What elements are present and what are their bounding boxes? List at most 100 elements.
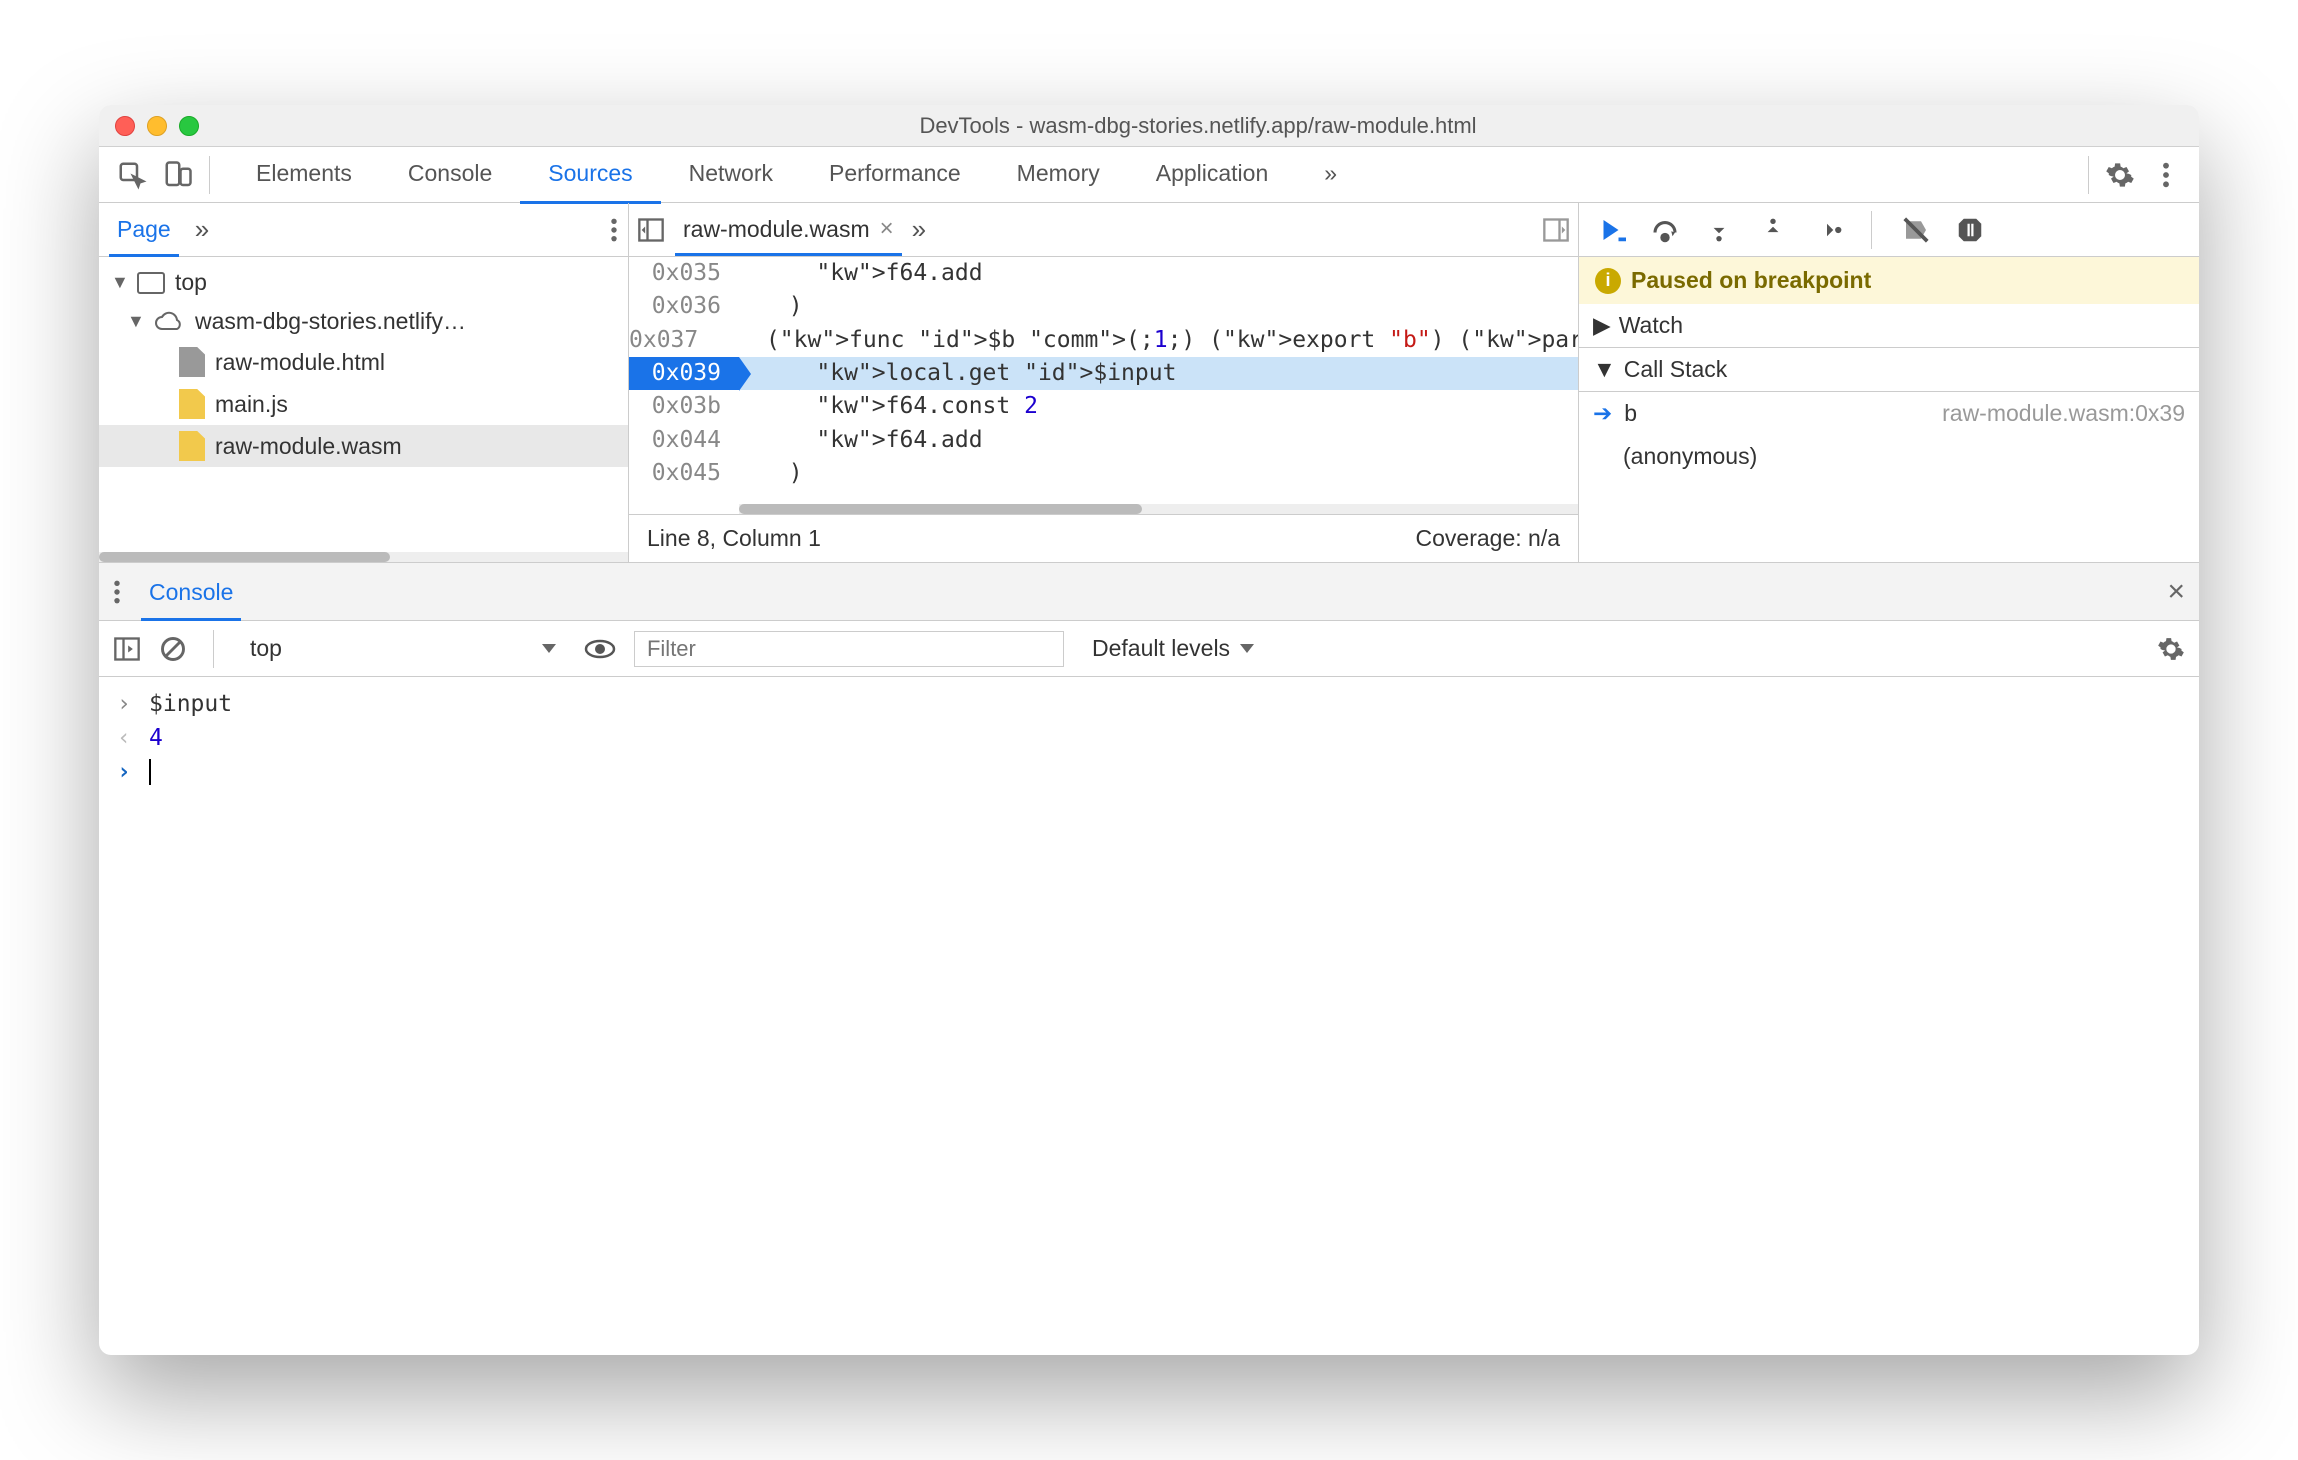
code-text: "kw">f64.add: [739, 257, 1578, 290]
tree-label: top: [175, 269, 207, 296]
console-prompt[interactable]: ›: [99, 755, 2199, 789]
tree-label: raw-module.html: [215, 349, 385, 376]
inspect-element-icon[interactable]: [109, 152, 155, 198]
code-line[interactable]: 0x037 ("kw">func "id">$b "comm">(;1;) ("…: [629, 324, 1578, 357]
editor-tab-label: raw-module.wasm: [683, 216, 870, 243]
navigator-header: Page »: [99, 203, 628, 257]
tree-label: raw-module.wasm: [215, 433, 402, 460]
step-over-icon[interactable]: [1647, 212, 1683, 248]
code-line[interactable]: 0x03b "kw">f64.const 2: [629, 390, 1578, 423]
pause-on-exceptions-icon[interactable]: [1952, 212, 1988, 248]
tab-application[interactable]: Application: [1128, 146, 1297, 204]
tab-sources[interactable]: Sources: [520, 146, 660, 204]
levels-label: Default levels: [1092, 635, 1230, 662]
toggle-navigator-icon[interactable]: [637, 216, 665, 244]
gutter-address[interactable]: 0x035: [629, 257, 739, 290]
frame-location: raw-module.wasm:0x39: [1942, 400, 2185, 427]
close-tab-icon[interactable]: ×: [880, 215, 894, 243]
window-title: DevTools - wasm-dbg-stories.netlify.app/…: [213, 113, 2183, 139]
tree-file-wasm[interactable]: raw-module.wasm: [99, 425, 628, 467]
coverage-status: Coverage: n/a: [1416, 525, 1560, 552]
filter-input[interactable]: [634, 631, 1064, 667]
step-into-icon[interactable]: [1701, 212, 1737, 248]
code-line[interactable]: 0x035 "kw">f64.add: [629, 257, 1578, 290]
navigator-overflow-icon[interactable]: »: [195, 214, 209, 245]
maximize-window-icon[interactable]: [179, 116, 199, 136]
code-area[interactable]: 0x035 "kw">f64.add0x036 )0x037 ("kw">fun…: [629, 257, 1578, 504]
drawer-more-icon[interactable]: [113, 579, 121, 605]
code-line[interactable]: 0x039 "kw">local.get "id">$input: [629, 357, 1578, 390]
editor-scrollbar[interactable]: [739, 504, 1578, 514]
cursor-icon: [149, 759, 151, 785]
resume-icon[interactable]: [1593, 212, 1629, 248]
callstack-section[interactable]: ▼ Call Stack: [1579, 348, 2199, 392]
drawer-tab-console[interactable]: Console: [141, 563, 241, 621]
main-tabs: Elements Console Sources Network Perform…: [228, 146, 1365, 204]
tab-elements[interactable]: Elements: [228, 146, 380, 204]
expand-icon: ▼: [127, 311, 143, 332]
debugger-pane: i Paused on breakpoint ▶ Watch ▼ Call St…: [1579, 203, 2199, 562]
live-expression-icon[interactable]: [584, 638, 616, 660]
stack-frame[interactable]: (anonymous): [1579, 435, 2199, 478]
log-levels-selector[interactable]: Default levels: [1082, 631, 1264, 666]
separator: [2088, 156, 2089, 194]
editor-tab-active[interactable]: raw-module.wasm ×: [675, 203, 902, 256]
frame-icon: [137, 272, 165, 294]
code-line[interactable]: 0x036 ): [629, 290, 1578, 323]
more-menu-icon[interactable]: [2143, 152, 2189, 198]
separator: [1871, 211, 1872, 249]
console-output-value: 4: [149, 725, 163, 751]
close-window-icon[interactable]: [115, 116, 135, 136]
tab-performance[interactable]: Performance: [801, 146, 989, 204]
deactivate-breakpoints-icon[interactable]: [1898, 212, 1934, 248]
output-arrow-icon: ‹: [117, 725, 135, 751]
tabs-overflow-icon[interactable]: »: [1296, 146, 1365, 204]
tab-console[interactable]: Console: [380, 146, 520, 204]
watch-section[interactable]: ▶ Watch: [1579, 304, 2199, 348]
tree-label: main.js: [215, 391, 288, 418]
file-icon: [179, 389, 205, 419]
tree-file-html[interactable]: raw-module.html: [99, 341, 628, 383]
clear-console-icon[interactable]: [159, 635, 187, 663]
settings-icon[interactable]: [2097, 152, 2143, 198]
editor-pane: raw-module.wasm × » 0x035 "kw">f64.add0x…: [629, 203, 1579, 562]
device-toolbar-icon[interactable]: [155, 152, 201, 198]
console-output-line: ‹ 4: [99, 721, 2199, 755]
paused-message: Paused on breakpoint: [1631, 267, 1871, 294]
navigator-more-icon[interactable]: [610, 217, 618, 243]
tree-top[interactable]: ▼ top: [99, 263, 628, 302]
dropdown-icon: [1240, 644, 1254, 653]
separator: [213, 630, 214, 668]
tree-file-js[interactable]: main.js: [99, 383, 628, 425]
tab-memory[interactable]: Memory: [989, 146, 1128, 204]
code-line[interactable]: 0x044 "kw">f64.add: [629, 424, 1578, 457]
step-out-icon[interactable]: [1755, 212, 1791, 248]
tab-network[interactable]: Network: [661, 146, 801, 204]
console-body[interactable]: › $input ‹ 4 ›: [99, 677, 2199, 1355]
editor-status-bar: Line 8, Column 1 Coverage: n/a: [629, 514, 1578, 562]
file-tree: ▼ top ▼ wasm-dbg-stories.netlify… raw-mo…: [99, 257, 628, 552]
close-drawer-icon[interactable]: ×: [2167, 575, 2185, 609]
gutter-address[interactable]: 0x044: [629, 424, 739, 457]
navigator-scrollbar[interactable]: [99, 552, 628, 562]
code-text: "kw">f64.const 2: [739, 390, 1578, 423]
step-icon[interactable]: [1809, 212, 1845, 248]
gutter-address[interactable]: 0x045: [629, 457, 739, 490]
minimize-window-icon[interactable]: [147, 116, 167, 136]
toggle-debugger-icon[interactable]: [1542, 216, 1570, 244]
gutter-address[interactable]: 0x03b: [629, 390, 739, 423]
gutter-address[interactable]: 0x039: [629, 357, 739, 390]
editor-overflow-icon[interactable]: »: [912, 214, 926, 245]
tree-domain[interactable]: ▼ wasm-dbg-stories.netlify…: [99, 302, 628, 341]
cloud-icon: [153, 311, 185, 333]
console-settings-icon[interactable]: [2157, 635, 2185, 663]
navigator-tab-page[interactable]: Page: [109, 203, 179, 257]
context-selector[interactable]: top: [240, 631, 566, 666]
devtools-window: DevTools - wasm-dbg-stories.netlify.app/…: [99, 105, 2199, 1355]
code-line[interactable]: 0x045 ): [629, 457, 1578, 490]
console-sidebar-icon[interactable]: [113, 635, 141, 663]
gutter-address[interactable]: 0x036: [629, 290, 739, 323]
stack-frame[interactable]: ➔ b raw-module.wasm:0x39: [1579, 392, 2199, 435]
console-drawer: Console × top Default levels: [99, 563, 2199, 1355]
gutter-address[interactable]: 0x037: [629, 324, 716, 357]
